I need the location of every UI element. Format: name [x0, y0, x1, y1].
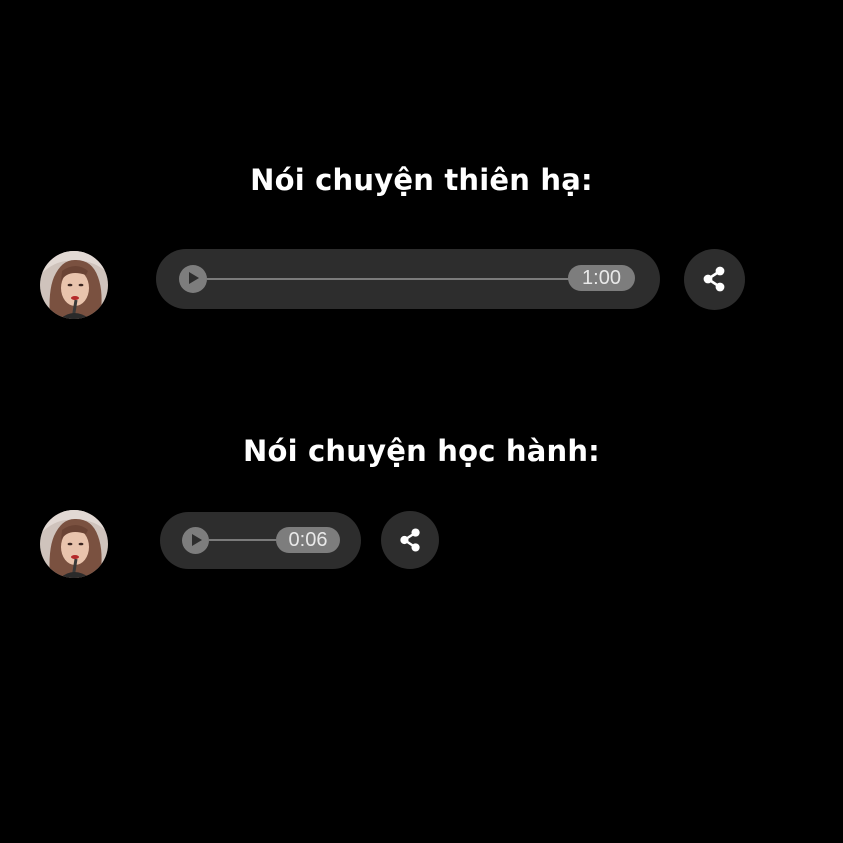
play-icon[interactable] [182, 527, 209, 554]
voice-message-bubble[interactable]: 1:00 [156, 249, 660, 309]
progress-track[interactable] [209, 539, 279, 541]
play-icon[interactable] [179, 265, 207, 293]
share-button[interactable] [381, 511, 439, 569]
avatar-photo [40, 510, 108, 578]
caption-2: Nói chuyện học hành: [243, 434, 600, 468]
duration-label: 0:06 [276, 527, 340, 553]
avatar[interactable] [40, 251, 108, 319]
avatar[interactable] [40, 510, 108, 578]
share-icon [703, 266, 725, 292]
share-icon [400, 528, 420, 552]
voice-message-bubble[interactable]: 0:06 [160, 512, 361, 569]
progress-track[interactable] [207, 278, 569, 280]
caption-1: Nói chuyện thiên hạ: [250, 163, 593, 197]
avatar-photo [40, 251, 108, 319]
duration-label: 1:00 [568, 265, 635, 291]
share-button[interactable] [684, 249, 745, 310]
